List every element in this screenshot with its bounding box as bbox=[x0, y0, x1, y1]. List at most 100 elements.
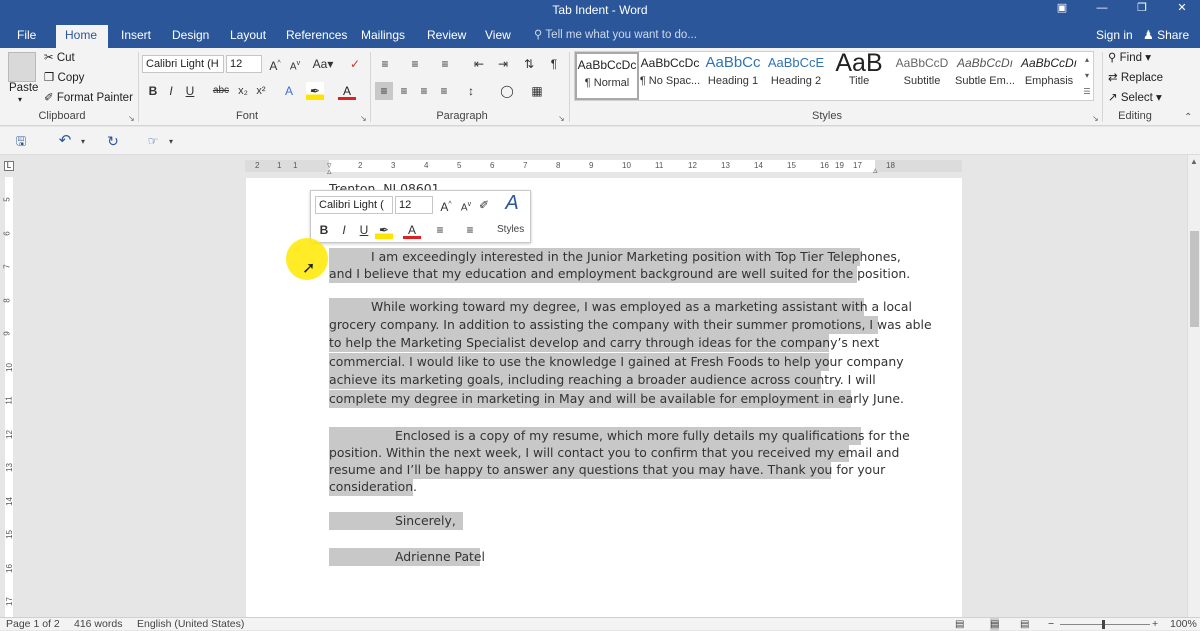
mini-bold-button[interactable]: B bbox=[315, 221, 333, 239]
styles-launcher-icon[interactable]: ↘ bbox=[1092, 114, 1099, 123]
paste-button[interactable]: Paste bbox=[9, 80, 38, 96]
document-line[interactable]: commercial. I would like to use the know… bbox=[329, 353, 904, 371]
copy-button[interactable]: ❐ Copy bbox=[44, 70, 84, 86]
select-button[interactable]: ↗ Select ▾ bbox=[1108, 90, 1162, 106]
superscript-button[interactable]: x² bbox=[252, 82, 270, 100]
print-layout-icon[interactable]: ▤ bbox=[990, 618, 1000, 631]
zoom-slider[interactable] bbox=[1060, 624, 1150, 625]
document-line[interactable]: While working toward my degree, I was em… bbox=[329, 298, 912, 316]
save-icon[interactable]: 🖫 bbox=[12, 132, 30, 150]
ribbon-display-options-icon[interactable]: ▣ bbox=[1044, 0, 1080, 16]
bullets-icon[interactable]: ≡ bbox=[376, 55, 394, 73]
paste-dropdown-icon[interactable]: ▾ bbox=[18, 92, 22, 108]
hanging-indent-marker[interactable]: ▵ bbox=[327, 165, 332, 177]
tell-me-search[interactable]: ⚲ Tell me what you want to do... bbox=[534, 25, 697, 45]
mini-grow-font-icon[interactable]: A^ bbox=[437, 196, 455, 214]
vertical-scrollbar[interactable]: ▲ bbox=[1187, 155, 1200, 617]
numbering-icon[interactable]: ≡ bbox=[406, 55, 424, 73]
language-status[interactable]: English (United States) bbox=[137, 618, 244, 631]
document-line[interactable]: and I believe that my education and empl… bbox=[329, 265, 910, 283]
zoom-out-icon[interactable]: − bbox=[1048, 618, 1054, 631]
document-line[interactable]: complete my degree in marketing in May a… bbox=[329, 390, 904, 408]
touch-mode-icon[interactable]: ☞ bbox=[144, 132, 162, 150]
document-line[interactable]: I am exceedingly interested in the Junio… bbox=[329, 248, 901, 266]
mini-italic-button[interactable]: I bbox=[335, 221, 353, 239]
text-effects-icon[interactable]: A bbox=[280, 82, 298, 100]
increase-indent-icon[interactable]: ⇥ bbox=[494, 55, 512, 73]
decrease-indent-icon[interactable]: ⇤ bbox=[470, 55, 488, 73]
mini-styles-label[interactable]: Styles bbox=[497, 224, 524, 235]
share-button[interactable]: ♟ Share bbox=[1143, 25, 1189, 45]
undo-dropdown-icon[interactable]: ▾ bbox=[74, 133, 92, 151]
minimize-button[interactable]: — bbox=[1084, 0, 1120, 16]
paragraph-launcher-icon[interactable]: ↘ bbox=[558, 114, 565, 123]
tab-selector[interactable]: L bbox=[4, 161, 14, 171]
undo-icon[interactable]: ↶ bbox=[56, 132, 74, 150]
zoom-in-icon[interactable]: + bbox=[1152, 618, 1158, 631]
highlight-icon[interactable]: ✒ bbox=[306, 82, 324, 100]
clipboard-launcher-icon[interactable]: ↘ bbox=[128, 114, 135, 123]
line-spacing-icon[interactable]: ↕ bbox=[462, 82, 480, 100]
underline-button[interactable]: U bbox=[181, 82, 199, 100]
style-title[interactable]: AaB Title bbox=[827, 52, 891, 100]
find-button[interactable]: ⚲ Find ▾ bbox=[1108, 50, 1151, 66]
document-line[interactable]: consideration. bbox=[329, 478, 417, 496]
mini-styles-icon[interactable]: A bbox=[499, 193, 525, 213]
document-line[interactable]: grocery company. In addition to assistin… bbox=[329, 316, 932, 334]
zoom-level[interactable]: 100% bbox=[1170, 618, 1197, 631]
replace-button[interactable]: ⇄ Replace bbox=[1108, 70, 1163, 86]
mini-highlight-icon[interactable]: ✒ bbox=[375, 221, 393, 239]
align-right-icon[interactable]: ≡ bbox=[415, 82, 433, 100]
mini-numbering-icon[interactable]: ≡ bbox=[461, 221, 479, 239]
mini-font-color-button[interactable]: A bbox=[403, 221, 421, 239]
font-name-combo[interactable]: Calibri Light (H bbox=[142, 55, 224, 73]
style-emphasis[interactable]: AaBbCcDı Emphasis bbox=[1017, 52, 1081, 100]
customize-qat-icon[interactable]: ▾ bbox=[162, 133, 180, 151]
shading-icon[interactable]: ◯ bbox=[498, 82, 516, 100]
sign-in-link[interactable]: Sign in bbox=[1096, 25, 1133, 45]
document-line[interactable]: Sincerely, bbox=[329, 512, 463, 530]
change-case-button[interactable]: Aa▾ bbox=[310, 55, 336, 73]
font-launcher-icon[interactable]: ↘ bbox=[360, 114, 367, 123]
tab-references[interactable]: References bbox=[277, 25, 356, 48]
page-count[interactable]: Page 1 of 2 bbox=[6, 618, 60, 631]
style-subtitle[interactable]: AaBbCcD Subtitle bbox=[890, 52, 954, 100]
mini-font-combo[interactable]: Calibri Light ( bbox=[315, 196, 393, 214]
document-line[interactable]: resume and I’ll be happy to answer any q… bbox=[329, 461, 885, 479]
tab-mailings[interactable]: Mailings bbox=[352, 25, 414, 48]
justify-icon[interactable]: ≡ bbox=[435, 82, 453, 100]
style-normal[interactable]: AaBbCcDc ¶ Normal bbox=[575, 52, 639, 100]
tab-layout[interactable]: Layout bbox=[221, 25, 275, 48]
subscript-button[interactable]: x₂ bbox=[234, 82, 252, 100]
mini-size-combo[interactable]: 12 bbox=[395, 196, 433, 214]
shrink-font-icon[interactable]: Av bbox=[286, 55, 304, 73]
styles-scroll-icon[interactable]: ▴ ▾ ☰ bbox=[1082, 52, 1092, 100]
grow-font-icon[interactable]: A^ bbox=[266, 55, 284, 73]
document-line[interactable]: achieve its marketing goals, including r… bbox=[329, 371, 876, 389]
tab-review[interactable]: Review bbox=[418, 25, 475, 48]
restore-button[interactable]: ❐ bbox=[1124, 0, 1160, 16]
borders-icon[interactable]: ▦ bbox=[528, 82, 546, 100]
mini-format-painter-icon[interactable]: ✐ bbox=[475, 196, 493, 214]
zoom-slider-thumb[interactable] bbox=[1102, 620, 1105, 629]
right-indent-marker[interactable]: ▵ bbox=[873, 164, 878, 176]
tab-home[interactable]: Home bbox=[56, 25, 108, 48]
scroll-up-icon[interactable]: ▲ bbox=[1190, 157, 1198, 166]
tab-view[interactable]: View bbox=[476, 25, 520, 48]
style-heading-2[interactable]: AaBbCcE Heading 2 bbox=[764, 52, 828, 100]
clipboard-icon[interactable] bbox=[8, 52, 36, 82]
sort-icon[interactable]: ⇅ bbox=[520, 55, 538, 73]
collapse-ribbon-icon[interactable]: ⌃ bbox=[1184, 112, 1192, 123]
cut-button[interactable]: ✂ Cut bbox=[44, 50, 75, 66]
italic-button[interactable]: I bbox=[162, 82, 180, 100]
mini-underline-button[interactable]: U bbox=[355, 221, 373, 239]
multilevel-list-icon[interactable]: ≡ bbox=[436, 55, 454, 73]
scroll-thumb[interactable] bbox=[1190, 231, 1199, 327]
tab-insert[interactable]: Insert bbox=[112, 25, 160, 48]
style-no-spacing[interactable]: AaBbCcDc ¶ No Spac... bbox=[638, 52, 702, 100]
clear-formatting-icon[interactable]: ✓ bbox=[346, 55, 364, 73]
strikethrough-button[interactable]: abc bbox=[210, 82, 232, 100]
bold-button[interactable]: B bbox=[144, 82, 162, 100]
repeat-icon[interactable]: ↻ bbox=[104, 132, 122, 150]
style-heading-1[interactable]: AaBbCc Heading 1 bbox=[701, 52, 765, 100]
